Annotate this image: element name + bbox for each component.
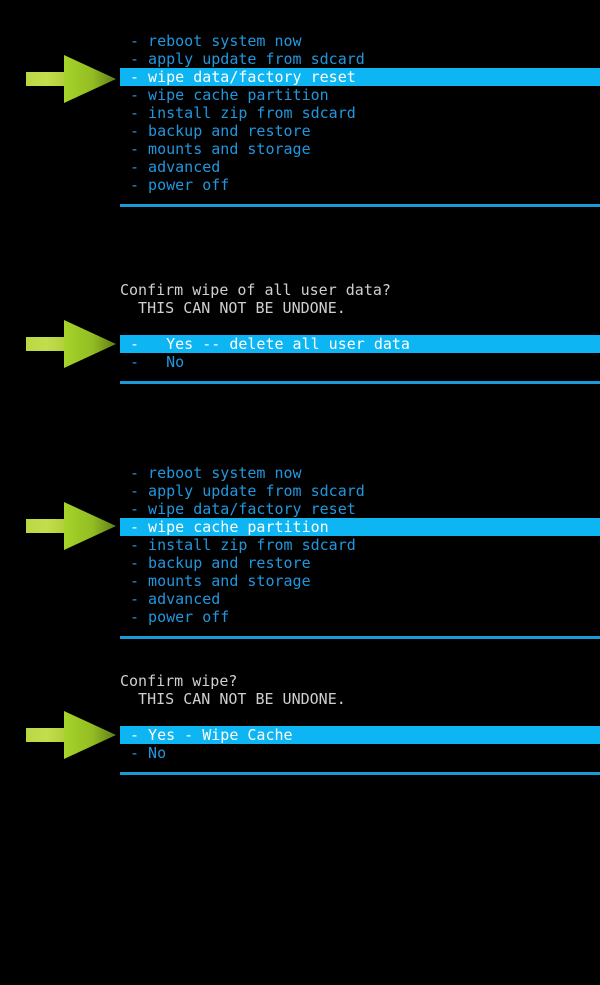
- menu-item-power-off[interactable]: - power off: [0, 176, 600, 194]
- menu-bottom-rule: [120, 636, 600, 639]
- confirm-dialog: Confirm wipe? THIS CAN NOT BE UNDONE. - …: [0, 672, 600, 762]
- confirm-bottom-rule: [120, 772, 600, 775]
- menu-item-mounts-and-storage[interactable]: - mounts and storage: [0, 572, 600, 590]
- menu-item-mounts-and-storage[interactable]: - mounts and storage: [0, 140, 600, 158]
- menu-item-power-off[interactable]: - power off: [0, 608, 600, 626]
- menu-item-apply-update-from-sdcard[interactable]: - apply update from sdcard: [0, 482, 600, 500]
- menu-list: - reboot system now - apply update from …: [0, 32, 600, 194]
- confirm-spacer: [0, 317, 600, 335]
- confirm-no[interactable]: - No: [0, 353, 600, 371]
- menu-item-advanced[interactable]: - advanced: [0, 590, 600, 608]
- menu-item-reboot-system-now[interactable]: - reboot system now: [0, 464, 600, 482]
- confirm-spacer: [0, 708, 600, 726]
- confirm-question: Confirm wipe of all user data?: [120, 281, 391, 299]
- confirm-yes-delete-all-user-data[interactable]: - Yes -- delete all user data: [120, 335, 600, 353]
- recovery-screen: - reboot system now - apply update from …: [0, 0, 600, 985]
- menu-item-backup-and-restore[interactable]: - backup and restore: [0, 554, 600, 572]
- menu-item-reboot-system-now[interactable]: - reboot system now: [0, 32, 600, 50]
- menu-item-backup-and-restore[interactable]: - backup and restore: [0, 122, 600, 140]
- menu-list: - reboot system now - apply update from …: [0, 464, 600, 626]
- confirm-dialog: Confirm wipe of all user data? THIS CAN …: [0, 281, 600, 371]
- confirm-question: Confirm wipe?: [120, 672, 238, 690]
- confirm-yes-wipe-cache[interactable]: - Yes - Wipe Cache: [120, 726, 600, 744]
- menu-item-advanced[interactable]: - advanced: [0, 158, 600, 176]
- menu-item-wipe-cache-partition[interactable]: - wipe cache partition: [0, 86, 600, 104]
- confirm-warning: THIS CAN NOT BE UNDONE.: [120, 690, 346, 708]
- menu-item-install-zip-from-sdcard[interactable]: - install zip from sdcard: [0, 536, 600, 554]
- confirm-bottom-rule: [120, 381, 600, 384]
- menu-item-install-zip-from-sdcard[interactable]: - install zip from sdcard: [0, 104, 600, 122]
- menu-item-wipe-cache-partition[interactable]: - wipe cache partition: [120, 518, 600, 536]
- confirm-warning: THIS CAN NOT BE UNDONE.: [120, 299, 346, 317]
- menu-bottom-rule: [120, 204, 600, 207]
- menu-item-wipe-data-factory-reset[interactable]: - wipe data/factory reset: [0, 500, 600, 518]
- menu-item-wipe-data-factory-reset[interactable]: - wipe data/factory reset: [120, 68, 600, 86]
- menu-item-apply-update-from-sdcard[interactable]: - apply update from sdcard: [0, 50, 600, 68]
- confirm-no[interactable]: - No: [0, 744, 600, 762]
